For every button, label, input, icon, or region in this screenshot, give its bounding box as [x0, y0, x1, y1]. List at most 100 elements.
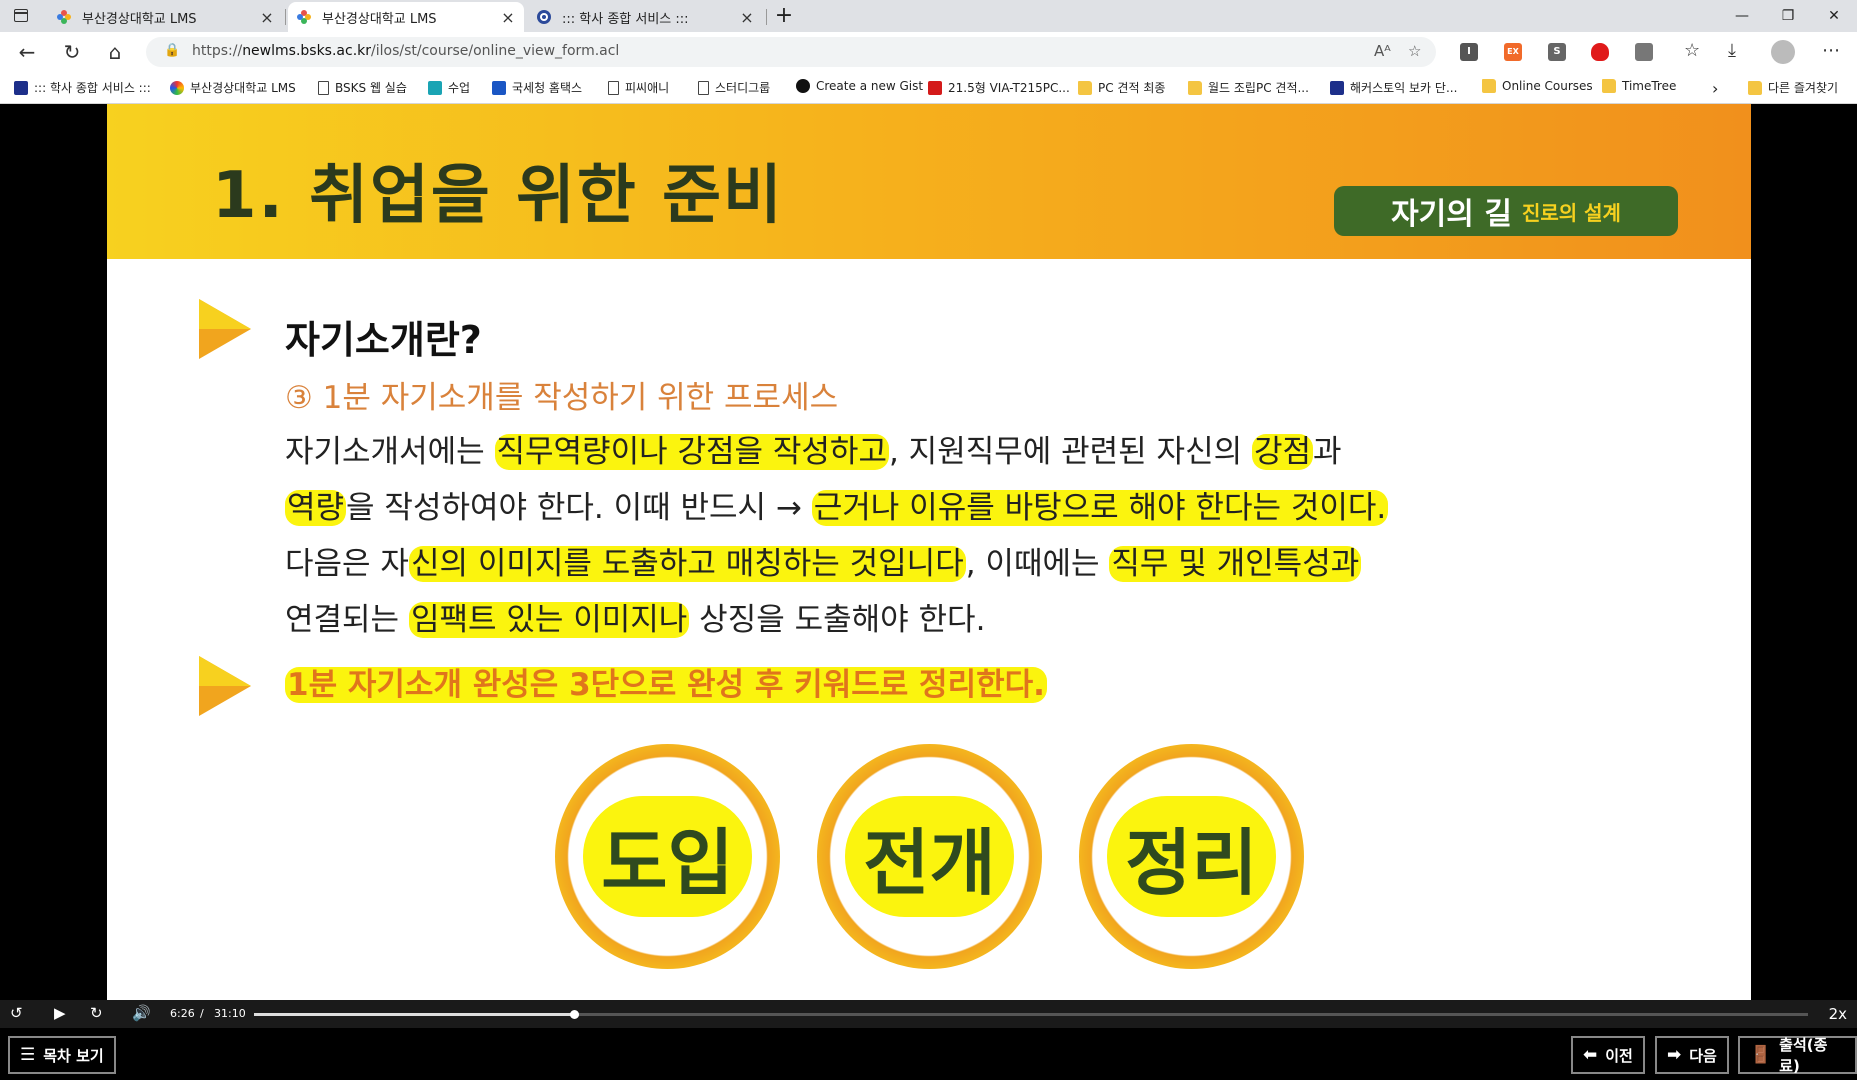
time-separator: / — [200, 1007, 204, 1020]
close-icon[interactable]: × — [739, 8, 755, 27]
page-icon — [608, 80, 619, 95]
tab-lms-2[interactable]: 부산경상대학교 LMS × — [288, 2, 524, 32]
refresh-button[interactable]: ↻ — [57, 38, 87, 66]
bookmark-item[interactable]: 수업 — [428, 79, 470, 96]
chevron-right-icon[interactable]: › — [1712, 79, 1718, 98]
lecture-slide: 1. 취업을 위한 준비 자기의 길 진로의 설계 자기소개란? ③ 1분 자기… — [107, 104, 1751, 1000]
attendance-exit-button[interactable]: 🚪 출석(종료) — [1738, 1036, 1857, 1075]
arrow-right-icon: ➡ — [1667, 1045, 1682, 1065]
extension-s-icon[interactable]: S — [1548, 43, 1566, 61]
stage-circle: 정리 — [1079, 744, 1304, 969]
stage-label: 전개 — [845, 796, 1014, 917]
step-heading: ③ 1분 자기소개를 작성하기 위한 프로세스 — [285, 380, 839, 416]
other-favorites[interactable]: 다른 즐겨찾기 — [1748, 79, 1838, 96]
bookmark-item[interactable]: BSKS 웹 실습 — [318, 79, 407, 96]
body-line-3: 다음은 자신의 이미지를 도출하고 매칭하는 것입니다, 이때에는 직무 및 개… — [285, 546, 1362, 582]
play-icon[interactable]: ▶ — [54, 1004, 66, 1022]
folder-icon — [1748, 80, 1762, 95]
brand-badge: 자기의 길 진로의 설계 — [1334, 186, 1678, 236]
prev-button[interactable]: ⬅ 이전 — [1571, 1036, 1645, 1074]
bookmark-item[interactable]: 스터디그룹 — [698, 79, 770, 96]
folder-icon — [1482, 79, 1496, 93]
stage-label: 도입 — [583, 796, 752, 917]
extension-ex-icon[interactable]: EX — [1504, 43, 1522, 61]
bookmark-item[interactable]: 국세청 홈택스 — [492, 79, 582, 96]
close-icon[interactable]: × — [259, 8, 275, 27]
folder-icon — [1078, 80, 1092, 95]
tab-lms-1[interactable]: 부산경상대학교 LMS × — [48, 2, 283, 32]
close-icon[interactable]: × — [500, 8, 516, 27]
lms-pinwheel-icon — [170, 80, 184, 95]
tab-actions-icon[interactable] — [10, 6, 36, 26]
url-text[interactable]: https://newlms.bsks.ac.kr/ilos/st/course… — [192, 43, 619, 59]
duration: 31:10 — [214, 1007, 246, 1020]
puzzle-extension-icon[interactable] — [1635, 43, 1653, 61]
playback-speed[interactable]: 2x — [1829, 1005, 1847, 1023]
address-bar[interactable]: 🔒 https://newlms.bsks.ac.kr/ilos/st/cour… — [146, 37, 1436, 67]
window-close-button[interactable]: ✕ — [1811, 0, 1857, 32]
restore-button[interactable]: ❐ — [1765, 0, 1811, 32]
school-emblem-icon — [14, 80, 28, 95]
slide-title: 1. 취업을 위한 준비 — [212, 159, 784, 233]
arrow-left-icon: ⬅ — [1583, 1045, 1598, 1065]
body-line-4: 연결되는 임팩트 있는 이미지나 상징을 도출해야 한다. — [285, 602, 986, 638]
bookmark-item[interactable]: Online Courses — [1482, 79, 1593, 93]
stage-circle: 전개 — [817, 744, 1042, 969]
tab-title: 부산경상대학교 LMS — [82, 11, 197, 27]
tab-academic[interactable]: ::: 학사 종합 서비스 ::: × — [528, 2, 763, 32]
next-button[interactable]: ➡ 다음 — [1655, 1036, 1729, 1074]
brand-sub: 진로의 설계 — [1521, 200, 1621, 225]
add-favorite-icon[interactable]: ☆ — [1408, 42, 1421, 60]
download-icon[interactable]: ⤓ — [1728, 40, 1736, 61]
profile-avatar[interactable] — [1771, 40, 1795, 64]
address-toolbar: ← ↻ ⌂ 🔒 https://newlms.bsks.ac.kr/ilos/s… — [0, 32, 1857, 72]
v-brand-icon — [928, 80, 942, 95]
shield-extension-icon[interactable] — [1591, 43, 1609, 61]
bookmark-item[interactable]: 월드 조립PC 견적... — [1188, 79, 1309, 96]
bookmark-item[interactable]: TimeTree — [1602, 79, 1676, 93]
bookmark-item[interactable]: Create a new Gist — [796, 79, 923, 93]
volume-icon[interactable]: 🔊 — [132, 1004, 151, 1022]
rewind-icon[interactable]: ↺ — [10, 1004, 23, 1022]
progress-bar[interactable] — [254, 1010, 1808, 1019]
summary-text: 1분 자기소개 완성은 3단으로 완성 후 키워드로 정리한다. — [285, 667, 1047, 703]
minimize-button[interactable]: — — [1719, 0, 1765, 32]
current-time: 6:26 — [170, 1007, 195, 1020]
lms-pinwheel-icon — [57, 10, 71, 24]
hackers-icon — [1330, 80, 1344, 95]
hometax-icon — [492, 80, 506, 95]
progress-knob[interactable] — [570, 1010, 580, 1019]
new-tab-button[interactable]: + — [770, 2, 798, 30]
bookmark-item[interactable]: 21.5형 VIA-T215PC... — [928, 79, 1070, 96]
body-line-1: 자기소개서에는 직무역량이나 강점을 작성하고, 지원직무에 관련된 자신의 강… — [285, 434, 1342, 470]
lock-icon: 🔒 — [164, 43, 181, 58]
favorites-icon[interactable]: ☆ — [1684, 40, 1700, 61]
read-aloud-icon[interactable]: Aᴬ — [1374, 42, 1391, 60]
tab-bar: 부산경상대학교 LMS × 부산경상대학교 LMS × ::: 학사 종합 서비… — [0, 0, 1857, 32]
page-icon — [698, 80, 709, 95]
bookmark-item[interactable]: PC 견적 최종 — [1078, 79, 1165, 96]
tab-title: ::: 학사 종합 서비스 ::: — [562, 11, 689, 27]
stage-circle: 도입 — [555, 744, 780, 969]
folder-icon — [1188, 80, 1202, 95]
more-menu-icon[interactable]: ⋯ — [1822, 40, 1840, 61]
stage-label: 정리 — [1107, 796, 1276, 917]
folder-icon — [1602, 79, 1616, 93]
subheading: 자기소개란? — [285, 318, 482, 362]
triangle-bullet-icon — [199, 656, 251, 716]
bookmark-item[interactable]: ::: 학사 종합 서비스 ::: — [14, 79, 151, 96]
forward-icon[interactable]: ↻ — [90, 1004, 103, 1022]
body-line-2: 역량을 작성하여야 한다. 이때 반드시 → 근거나 이유를 바탕으로 해야 한… — [285, 490, 1389, 526]
toc-button[interactable]: ☰ 목차 보기 — [8, 1036, 116, 1074]
bookmark-item[interactable]: 피씨애니 — [608, 79, 669, 96]
class-icon — [428, 80, 442, 95]
back-button[interactable]: ← — [12, 38, 42, 66]
extension-i-icon[interactable]: I — [1460, 43, 1478, 61]
player-controls: ↺ ▶ ↻ 🔊 6:26 / 31:10 2x — [0, 1000, 1857, 1028]
tab-title: 부산경상대학교 LMS — [322, 11, 437, 27]
list-icon: ☰ — [20, 1045, 36, 1065]
bookmark-item[interactable]: 해커스토익 보카 단... — [1330, 79, 1457, 96]
bookmark-item[interactable]: 부산경상대학교 LMS — [170, 79, 296, 96]
video-viewer[interactable]: 1. 취업을 위한 준비 자기의 길 진로의 설계 자기소개란? ③ 1분 자기… — [0, 104, 1857, 1000]
home-button[interactable]: ⌂ — [100, 38, 130, 66]
